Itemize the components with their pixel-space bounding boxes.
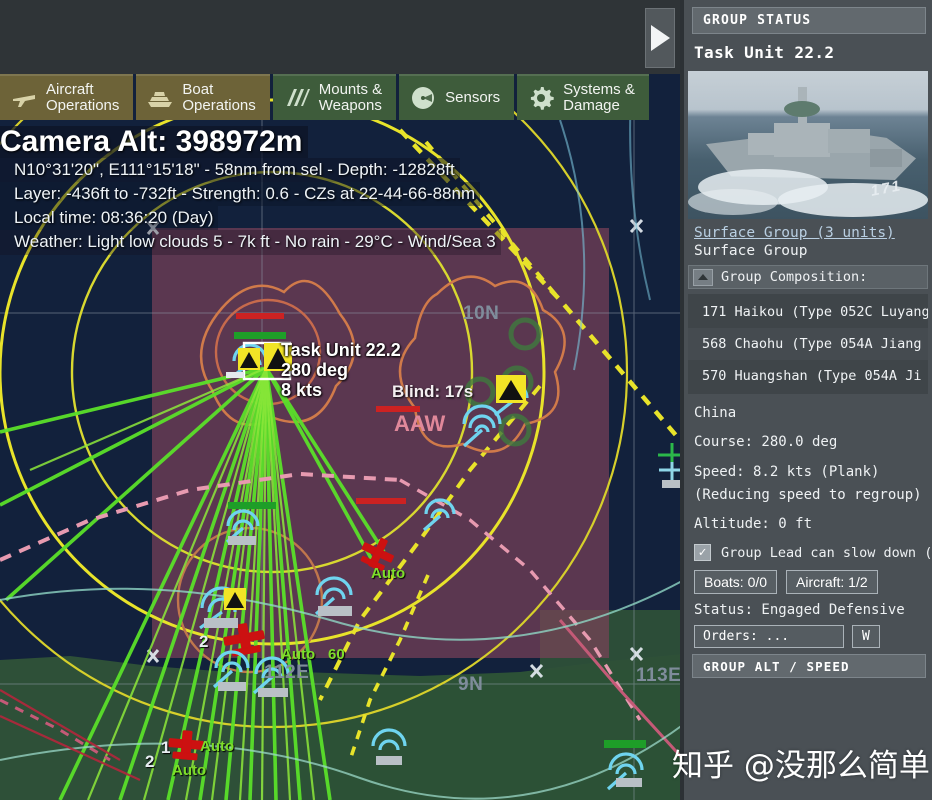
group-status-panel: GROUP STATUS Task Unit 22.2 171 Surface … bbox=[684, 0, 932, 800]
tab-sensors-label1: Sensors bbox=[445, 88, 501, 106]
orders-box[interactable]: Orders: ... bbox=[694, 625, 844, 649]
ship-radome bbox=[784, 101, 820, 117]
gear-icon bbox=[528, 85, 554, 111]
ship-photo: 171 bbox=[688, 71, 928, 219]
tab-weapons-label2: Weapons bbox=[318, 97, 382, 114]
tab-boat-label2: Operations bbox=[182, 97, 256, 114]
tab-systems-label2: Damage bbox=[563, 97, 620, 114]
group-unit-list: 171 Haikou (Type 052C Luyang 568 Chaohu … bbox=[688, 294, 928, 394]
boats-button[interactable]: Boats: 0/0 bbox=[694, 570, 778, 595]
game-screen: 10N 9N 112E 113E Task Unit 22.2 280 deg … bbox=[0, 0, 932, 800]
altitude-value: Altitude: 0 ft bbox=[694, 516, 813, 533]
group-lead-slowdown-row[interactable]: ✓ Group Lead can slow down ( bbox=[694, 544, 932, 562]
status-line: Status: Engaged Defensive bbox=[694, 602, 905, 619]
ship-gun-mount bbox=[870, 149, 902, 167]
group-composition-row[interactable]: Group Composition: bbox=[688, 265, 928, 289]
tab-aircraft-operations[interactable]: Aircraft Operations bbox=[0, 74, 134, 120]
play-triangle-icon bbox=[650, 25, 670, 51]
tab-sensors[interactable]: Sensors bbox=[399, 74, 515, 120]
surface-group-link[interactable]: Surface Group (3 units) bbox=[694, 225, 932, 241]
panel-title: GROUP STATUS bbox=[692, 7, 926, 34]
weapons-icon bbox=[284, 85, 310, 111]
position-depth-line: N10°31'20", E111°15'18" - 58nm from sel … bbox=[0, 158, 460, 183]
boat-icon bbox=[147, 85, 173, 111]
tab-mounts-weapons[interactable]: Mounts & Weapons bbox=[272, 74, 397, 120]
layer-line: Layer: -436ft to -732ft - Strength: 0.6 … bbox=[0, 182, 481, 207]
camera-altitude: Camera Alt: 398972m bbox=[0, 126, 309, 159]
group-alt-speed-title: GROUP ALT / SPEED bbox=[692, 654, 926, 679]
tab-boat-operations[interactable]: Boat Operations bbox=[136, 74, 270, 120]
weather-line: Weather: Light low clouds 5 - 7k ft - No… bbox=[0, 230, 501, 255]
list-item[interactable]: 171 Haikou (Type 052C Luyang bbox=[688, 296, 928, 328]
ship-deckhouse bbox=[748, 133, 788, 155]
tab-aircraft-label2: Operations bbox=[46, 97, 120, 114]
group-composition-label: Group Composition: bbox=[721, 269, 868, 285]
country-label: China bbox=[694, 405, 737, 421]
aircraft-button[interactable]: Aircraft: 1/2 bbox=[786, 570, 878, 595]
group-type-label: Surface Group bbox=[694, 243, 808, 259]
map-info-overlay: Camera Alt: 398972m N10°31'20", E111°15'… bbox=[0, 126, 501, 255]
panel-divider bbox=[680, 0, 684, 800]
speed-value: Speed: 8.2 kts (Plank) bbox=[694, 463, 880, 480]
watermark: 知乎 @没那么简单 bbox=[672, 748, 930, 784]
list-item[interactable]: 568 Chaohu (Type 054A Jiang bbox=[688, 328, 928, 360]
ship-aft-structure bbox=[828, 129, 870, 153]
course-value: Course: 280.0 deg bbox=[694, 434, 838, 451]
ship-wake-3 bbox=[688, 189, 778, 215]
radar-icon bbox=[410, 85, 436, 111]
expand-panel-button[interactable] bbox=[645, 8, 675, 68]
aircraft-icon bbox=[11, 85, 37, 111]
tab-systems-damage[interactable]: Systems & Damage bbox=[517, 74, 649, 120]
orders-row[interactable]: Orders: ... W bbox=[694, 625, 932, 649]
tab-systems-label1: Systems & bbox=[563, 80, 635, 98]
list-item[interactable]: 570 Huangshan (Type 054A Ji bbox=[688, 360, 928, 392]
orders-value[interactable]: W bbox=[852, 625, 880, 649]
collapse-icon[interactable] bbox=[693, 268, 713, 286]
tab-weapons-label1: Mounts & bbox=[318, 80, 383, 98]
tab-boat-label1: Boat bbox=[182, 80, 214, 98]
task-unit-heading: Task Unit 22.2 bbox=[694, 43, 835, 62]
checkbox[interactable]: ✓ bbox=[694, 544, 711, 562]
map-vector-layer bbox=[0, 0, 684, 800]
local-time-line: Local time: 08:36:20 (Day) bbox=[0, 206, 219, 231]
top-strip bbox=[0, 0, 684, 74]
ship-wake-2 bbox=[778, 183, 928, 217]
assets-button-row[interactable]: Boats: 0/0 Aircraft: 1/2 bbox=[694, 570, 932, 595]
tactical-map[interactable]: 10N 9N 112E 113E Task Unit 22.2 280 deg … bbox=[0, 0, 684, 800]
tab-aircraft-label1: Aircraft bbox=[46, 80, 94, 98]
operations-tab-bar[interactable]: Aircraft Operations Boat Operations Moun… bbox=[0, 74, 649, 120]
group-lead-slowdown-label: Group Lead can slow down ( bbox=[721, 544, 932, 561]
speed-note: (Reducing speed to regroup) bbox=[694, 486, 922, 503]
